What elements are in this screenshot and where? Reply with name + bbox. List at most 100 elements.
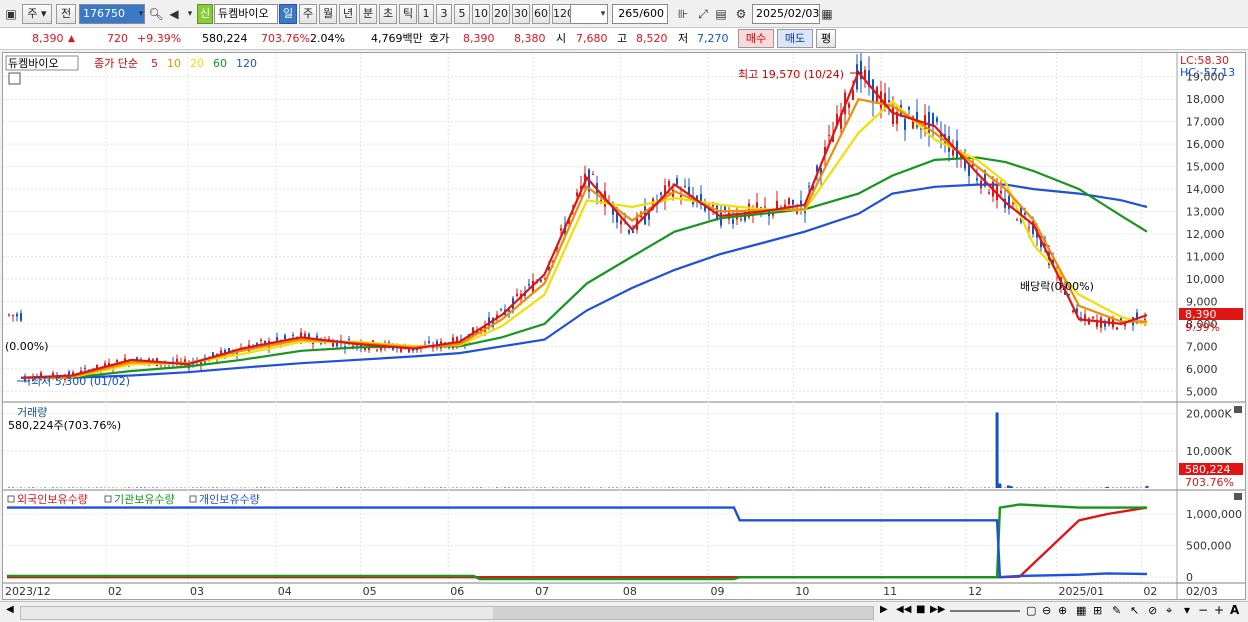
- holdings-legend-0: 외국인보유수량: [17, 493, 88, 506]
- candle-body: [1116, 327, 1118, 329]
- candle-type-icon[interactable]: ⊪: [674, 4, 692, 24]
- search-icon[interactable]: 🔍︎: [147, 4, 165, 24]
- candle-body: [888, 100, 890, 102]
- plus-icon[interactable]: +: [1214, 603, 1224, 617]
- candle-body: [84, 368, 86, 369]
- gear-icon[interactable]: ⚙: [732, 4, 750, 24]
- x-tick-label: 02: [108, 585, 122, 598]
- market-type-select[interactable]: 주 ▾: [22, 4, 52, 24]
- eval-button[interactable]: 평: [816, 29, 836, 48]
- period-button-1[interactable]: 주: [299, 4, 317, 24]
- stop-icon[interactable]: ■: [916, 604, 925, 615]
- candle-body: [540, 280, 542, 282]
- scroll-left-icon[interactable]: ◀: [6, 604, 14, 615]
- period-button-3[interactable]: 년: [339, 4, 357, 24]
- volume-bar: [8, 487, 10, 488]
- candle-body: [848, 104, 850, 108]
- candle-body: [1016, 220, 1018, 221]
- holdings-legend-1: 기관보유수량: [114, 493, 175, 506]
- rewind-icon[interactable]: ◀◀: [896, 604, 911, 615]
- minute-button-10[interactable]: 10: [472, 4, 490, 24]
- volume-bar: [788, 487, 790, 488]
- zoom-in-icon[interactable]: ⊕: [1058, 604, 1067, 617]
- minute-button-1[interactable]: 1: [418, 4, 434, 24]
- calendar-icon[interactable]: ▦: [818, 4, 836, 24]
- market-scope-button[interactable]: 전: [56, 4, 76, 24]
- count-input[interactable]: 265/600: [612, 4, 668, 24]
- bid-price: 8,380: [514, 30, 546, 48]
- erase-icon[interactable]: ✎: [1112, 604, 1121, 617]
- crosshair-icon[interactable]: ⌖: [1166, 604, 1172, 618]
- holdings-panel-close-icon[interactable]: [1234, 493, 1242, 500]
- sell-button[interactable]: 매도: [777, 29, 813, 48]
- volume-bar: [1010, 486, 1013, 488]
- minute-button-30[interactable]: 30: [512, 4, 530, 24]
- candle-body: [732, 219, 734, 224]
- fast-forward-icon[interactable]: ▶▶: [930, 604, 945, 615]
- window-icon[interactable]: ▣: [2, 4, 20, 24]
- price-y-tick: 10,000: [1186, 273, 1225, 286]
- chart-area[interactable]: 19,00018,00017,00016,00015,00014,00013,0…: [2, 52, 1246, 600]
- volume-bar: [820, 487, 822, 488]
- volume-bar: [544, 487, 546, 488]
- candle-body: [796, 211, 798, 214]
- dropdown-icon[interactable]: ▾: [1184, 603, 1190, 617]
- scroll-right-icon[interactable]: ▶: [880, 604, 888, 615]
- pin-icon[interactable]: ⊞: [1093, 604, 1102, 617]
- x-tick-label: 09: [711, 585, 725, 598]
- candle-body: [620, 221, 622, 225]
- ma-line-20: [21, 101, 1147, 377]
- minute-button-20[interactable]: 20: [492, 4, 510, 24]
- price-candles: [8, 53, 1146, 386]
- drawing-tool-icon[interactable]: ⤢: [694, 4, 712, 24]
- candle-body: [116, 360, 118, 362]
- volume-value: 580,224: [202, 30, 248, 48]
- link-icon[interactable]: ⊘: [1148, 604, 1157, 617]
- stock-chart-svg[interactable]: 19,00018,00017,00016,00015,00014,00013,0…: [3, 53, 1245, 599]
- up-arrow-icon: ▲: [68, 30, 75, 48]
- low-annotation: 최저 5,300 (01/02): [31, 375, 130, 388]
- volume-bar: [504, 487, 506, 488]
- minus-icon[interactable]: −: [1198, 603, 1208, 617]
- legend-stock-name: 듀켐바이오: [8, 57, 59, 70]
- period-button-5[interactable]: 초: [379, 4, 397, 24]
- minute-button-5[interactable]: 5: [454, 4, 470, 24]
- table-icon[interactable]: ▦: [1076, 604, 1086, 617]
- volume-bar: [128, 487, 130, 488]
- buy-button[interactable]: 매수: [738, 29, 774, 48]
- volume-bar: [480, 487, 482, 488]
- chart-grid: [3, 53, 1245, 583]
- bottom-navigation: ◀ ▶ ◀◀ ■ ▶▶ ▢ ⊖ ⊕ ▦ ⊞ ✎ ↖ ⊘ ⌖ ▾ − + A: [0, 601, 1248, 622]
- zoom-slider[interactable]: [950, 610, 1020, 612]
- period-button-4[interactable]: 분: [359, 4, 377, 24]
- price-y-tick: 14,000: [1186, 183, 1225, 196]
- volume-bar: [1007, 485, 1010, 488]
- volume-bar: [824, 487, 826, 488]
- volume-bar: [508, 487, 510, 488]
- scrollbar-thumb[interactable]: [493, 607, 873, 619]
- period-button-2[interactable]: 월: [319, 4, 337, 24]
- candle-body: [348, 339, 350, 340]
- period-button-6[interactable]: 틱: [399, 4, 417, 24]
- candle-body: [528, 284, 530, 285]
- cursor-icon[interactable]: ↖: [1130, 604, 1139, 617]
- minute-dropdown-icon[interactable]: ▾: [594, 4, 612, 24]
- volume-bar: [32, 487, 34, 488]
- save-icon[interactable]: ▤: [712, 4, 730, 24]
- table-toggle-icon[interactable]: [9, 73, 20, 84]
- zoom-out-icon[interactable]: ⊖: [1042, 604, 1051, 617]
- volume-bar: [960, 487, 962, 488]
- scrollbar-track[interactable]: [20, 606, 874, 620]
- stock-name-field[interactable]: 듀켐바이오: [214, 4, 278, 24]
- volume-panel-close-icon[interactable]: [1234, 406, 1242, 413]
- minute-button-60[interactable]: 60: [532, 4, 550, 24]
- period-button-0[interactable]: 일: [279, 4, 297, 24]
- minute-button-3[interactable]: 3: [436, 4, 452, 24]
- date-input[interactable]: 2025/02/03: [752, 4, 820, 24]
- font-size-icon[interactable]: A: [1230, 603, 1239, 617]
- zoom-fit-icon[interactable]: ▢: [1026, 604, 1036, 617]
- holdings-y-tick: 0: [1186, 571, 1193, 584]
- volume-bar: [692, 487, 694, 488]
- holdings-line-2: [7, 508, 1147, 578]
- volume-rate: 703.76%: [261, 30, 310, 48]
